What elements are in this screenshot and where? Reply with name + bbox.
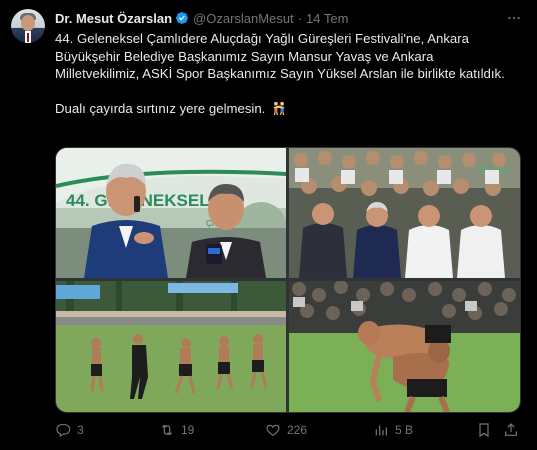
tweet-paragraph-2: Dualı çayırda sırtınız yere gelmesin.: [55, 100, 266, 116]
photo-speakers-image: 44. GELENEKSEL ÇAMLIDERE: [56, 148, 286, 278]
media-grid: 44. GELENEKSEL ÇAMLIDERE: [55, 147, 521, 413]
photo-speakers[interactable]: 44. GELENEKSEL ÇAMLIDERE: [56, 148, 286, 278]
tweet-date[interactable]: 14 Tem: [306, 11, 348, 26]
views-button[interactable]: 5 B: [373, 421, 413, 439]
separator-dot: ·: [297, 10, 303, 26]
tweet-paragraph-1: 44. Geleneksel Çamlıdere Aluçdağı Yağlı …: [55, 31, 505, 81]
heart-icon: [266, 424, 280, 437]
retweet-button[interactable]: 19: [159, 421, 194, 439]
tweet[interactable]: Dr. Mesut Özarslan @OzarslanMesut · 14 T…: [0, 0, 537, 450]
like-button[interactable]: 226: [265, 421, 307, 439]
retweet-icon: [161, 424, 173, 436]
bookmark-icon: [479, 423, 489, 438]
bookmark-button[interactable]: [476, 421, 492, 439]
photo-wrestling-field-image: [56, 281, 286, 412]
tweet-header: Dr. Mesut Özarslan @OzarslanMesut · 14 T…: [55, 9, 348, 27]
tweet-actions: 3 19 226 5 B: [55, 421, 521, 439]
avatar[interactable]: [11, 9, 45, 43]
share-button[interactable]: [503, 421, 519, 439]
reply-button[interactable]: 3: [55, 421, 84, 439]
photo-audience-image: Adım: [289, 148, 520, 278]
photo-wrestlers-closeup-image: [289, 281, 520, 412]
more-options-icon[interactable]: [506, 10, 522, 26]
verified-badge-icon: [176, 12, 189, 24]
tweet-text: 44. Geleneksel Çamlıdere Aluçdağı Yağlı …: [55, 30, 517, 117]
like-count: 226: [287, 423, 308, 437]
author-handle[interactable]: @OzarslanMesut: [193, 11, 294, 26]
retweet-count: 19: [181, 423, 195, 437]
views-count: 5 B: [395, 423, 414, 437]
reply-icon: [56, 424, 71, 438]
share-icon: [505, 423, 517, 436]
wrestlers-emoji-icon: [273, 101, 285, 115]
photo-audience[interactable]: Adım: [289, 148, 520, 278]
views-chart-icon: [375, 425, 387, 436]
tweet-paragraph-2-line: Dualı çayırda sırtınız yere gelmesin.: [55, 100, 517, 118]
photo-wrestling-field[interactable]: [56, 281, 286, 412]
reply-count: 3: [77, 423, 84, 437]
author-name[interactable]: Dr. Mesut Özarslan: [55, 11, 172, 26]
photo-wrestlers-closeup[interactable]: [289, 281, 520, 412]
